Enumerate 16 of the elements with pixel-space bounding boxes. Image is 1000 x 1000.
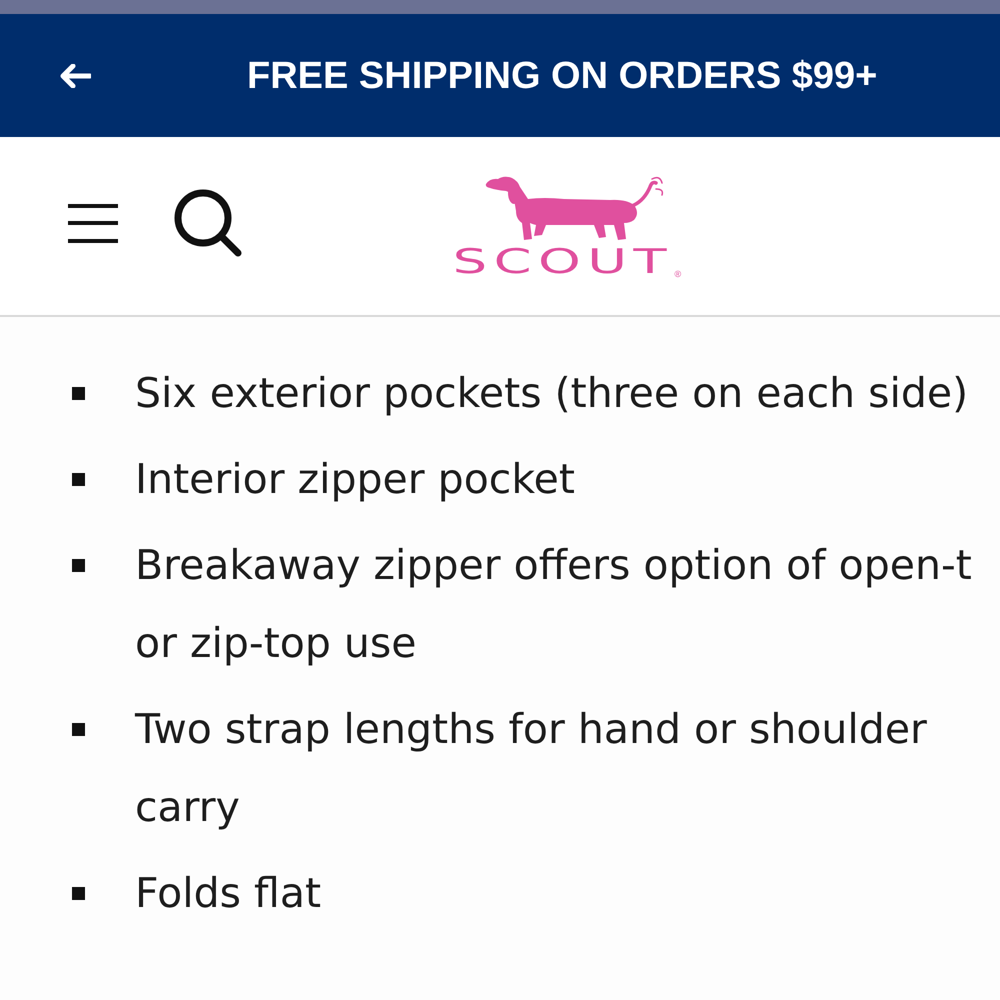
bullet-icon [72,387,85,400]
feature-text: Six exterior pockets (three on each side) [135,368,968,419]
logo-wordmark: SCOUT [452,245,673,279]
feature-text: Two strap lengths for hand or shoulder carry [135,704,927,833]
search-icon[interactable] [174,189,242,257]
menu-icon[interactable] [68,204,118,243]
bullet-icon [72,887,85,900]
banner-text: FREE SHIPPING ON ORDERS $99+ [247,56,878,94]
feature-text: Breakaway zipper offers option of open-t or zip-top use [135,540,972,669]
feature-text: Folds flat [135,868,322,919]
back-arrow-icon[interactable] [60,64,91,88]
bullet-icon [72,473,85,486]
bullet-icon [72,559,85,572]
bullet-icon [72,723,85,736]
registered-mark: ® [674,270,682,279]
feature-text: Interior zipper pocket [135,454,575,505]
